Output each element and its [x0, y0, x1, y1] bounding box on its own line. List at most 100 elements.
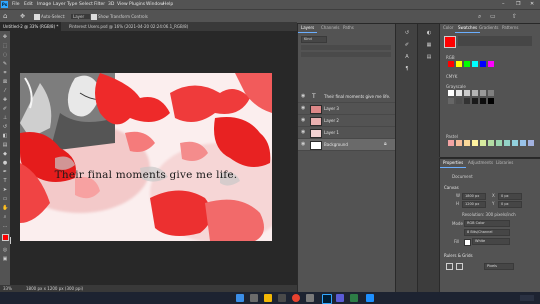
task-view-icon[interactable] — [250, 294, 258, 302]
healing-brush-tool-icon[interactable]: ✚ — [2, 97, 8, 103]
pastel-swatch[interactable] — [472, 140, 478, 146]
app-icon-3[interactable] — [350, 294, 358, 302]
rgb-swatch[interactable] — [464, 61, 470, 67]
history-panel-icon[interactable]: ↺ — [404, 30, 410, 36]
zoom-level[interactable]: 33% — [3, 286, 12, 291]
blur-tool-icon[interactable]: ◆ — [2, 151, 8, 157]
quick-mask-icon[interactable]: ◎ — [2, 247, 8, 253]
dodge-tool-icon[interactable]: ● — [2, 160, 8, 166]
y-field[interactable]: 0 px — [498, 201, 522, 208]
layer-row-layer-3[interactable]: ◉ Layer 3 — [298, 103, 396, 115]
photoshop-logo-icon[interactable]: Ps — [1, 1, 8, 8]
menu-filter[interactable]: Filter — [94, 2, 105, 7]
grayscale-swatch[interactable] — [456, 90, 462, 96]
ruler-icon[interactable] — [446, 263, 453, 270]
units-dropdown[interactable]: Pixels — [484, 263, 514, 270]
share-icon[interactable]: ⇧ — [512, 13, 520, 20]
tab-color[interactable]: Color — [440, 24, 456, 32]
rgb-swatch[interactable] — [480, 61, 486, 67]
rgb-swatch[interactable] — [488, 61, 494, 67]
swatch-group-rgb[interactable]: RGB — [446, 55, 455, 60]
pastel-swatch[interactable] — [448, 140, 454, 146]
rectangle-tool-icon[interactable]: ▭ — [2, 196, 8, 202]
layer-row-text[interactable]: ◉ T Their final moments give me life. — [298, 91, 396, 103]
pastel-swatch[interactable] — [512, 140, 518, 146]
menu-type[interactable]: Type — [67, 2, 77, 7]
grayscale-swatch[interactable] — [488, 98, 494, 104]
eyedropper-tool-icon[interactable]: ⁄ — [2, 88, 8, 94]
menu-3d[interactable]: 3D — [108, 2, 114, 7]
grayscale-swatch[interactable] — [472, 98, 478, 104]
rgb-swatch[interactable] — [472, 61, 478, 67]
layer-name[interactable]: Their final moments give me life. — [324, 94, 390, 99]
tab-pinterest-users[interactable]: Pinterest Users.psd @ 16% (2021-04-20 02… — [66, 22, 191, 31]
visibility-eye-icon[interactable]: ◉ — [301, 142, 306, 147]
eraser-tool-icon[interactable]: ◧ — [2, 133, 8, 139]
grayscale-swatch[interactable] — [472, 90, 478, 96]
grayscale-swatch[interactable] — [456, 98, 462, 104]
rgb-swatch[interactable] — [456, 61, 462, 67]
grayscale-swatch[interactable] — [464, 98, 470, 104]
tab-channels[interactable]: Channels — [318, 24, 343, 32]
home-icon[interactable]: ⌂ — [3, 13, 11, 20]
crop-tool-icon[interactable]: ⌗ — [2, 70, 8, 76]
bit-depth-dropdown[interactable]: 8 Bits/Channel — [464, 229, 510, 236]
height-field[interactable]: 1200 px — [462, 201, 486, 208]
app-icon[interactable] — [306, 294, 314, 302]
pastel-swatch[interactable] — [480, 140, 486, 146]
hand-tool-icon[interactable]: ✋ — [2, 205, 8, 211]
menu-help[interactable]: Help — [163, 2, 173, 7]
tab-properties[interactable]: Properties — [440, 159, 467, 168]
start-icon[interactable] — [236, 294, 244, 302]
pastel-swatch[interactable] — [496, 140, 502, 146]
auto-select-checkbox[interactable] — [34, 14, 40, 20]
fill-dropdown[interactable]: White — [472, 238, 510, 245]
layer-row-background[interactable]: ◉ Background 🔒︎ — [298, 139, 396, 151]
tab-layers[interactable]: Layers — [298, 24, 318, 33]
tab-patterns[interactable]: Patterns — [499, 24, 521, 32]
tab-libraries[interactable]: Libraries — [493, 159, 516, 167]
fill-color-swatch[interactable] — [464, 239, 471, 246]
document-canvas[interactable]: Their final moments give me life. — [20, 73, 272, 241]
swatch-group-grayscale[interactable]: Grayscale — [446, 84, 466, 89]
swatch-group-cmyk[interactable]: CMYK — [446, 74, 457, 79]
pastel-swatch[interactable] — [488, 140, 494, 146]
gradient-tool-icon[interactable]: ▤ — [2, 142, 8, 148]
width-field[interactable]: 1800 px — [462, 193, 486, 200]
grayscale-swatch[interactable] — [488, 90, 494, 96]
pastel-swatch[interactable] — [464, 140, 470, 146]
grayscale-swatch[interactable] — [448, 90, 454, 96]
pastel-swatch[interactable] — [504, 140, 510, 146]
grayscale-swatch[interactable] — [448, 98, 454, 104]
layer-name[interactable]: Layer 3 — [324, 106, 339, 111]
menu-edit[interactable]: Edit — [24, 2, 33, 7]
menu-layer[interactable]: Layer — [53, 2, 66, 7]
show-transform-checkbox[interactable] — [91, 14, 97, 20]
path-selection-tool-icon[interactable]: ➤ — [2, 187, 8, 193]
align-buttons[interactable] — [168, 13, 258, 27]
menu-view[interactable]: View — [117, 2, 128, 7]
color-panel-icon[interactable]: ◐ — [426, 30, 432, 36]
foreground-color-swatch[interactable] — [2, 234, 9, 241]
menu-window[interactable]: Window — [146, 2, 164, 7]
layer-filter-dropdown[interactable]: Kind — [301, 36, 327, 43]
rulers-grids-section-title[interactable]: Rulers & Grids — [444, 253, 473, 258]
visibility-eye-icon[interactable]: ◉ — [301, 94, 306, 99]
paragraph-panel-icon[interactable]: ¶ — [404, 66, 410, 72]
menu-image[interactable]: Image — [37, 2, 51, 7]
file-explorer-icon[interactable] — [264, 294, 272, 302]
brush-tool-icon[interactable]: ✐ — [2, 106, 8, 112]
tab-gradients[interactable]: Gradients — [476, 24, 502, 32]
grid-icon[interactable] — [456, 263, 463, 270]
auto-select-dropdown[interactable]: Layer — [71, 14, 91, 19]
zoom-tool-icon[interactable]: ⌕ — [2, 214, 8, 220]
pastel-swatch[interactable] — [456, 140, 462, 146]
visibility-eye-icon[interactable]: ◉ — [301, 106, 306, 111]
type-tool-icon[interactable]: T — [2, 178, 8, 184]
rgb-swatch[interactable] — [448, 61, 454, 67]
frame-tool-icon[interactable]: ⊠ — [2, 79, 8, 85]
pastel-swatch[interactable] — [528, 140, 534, 146]
grayscale-swatch[interactable] — [480, 98, 486, 104]
pen-tool-icon[interactable]: ✒ — [2, 169, 8, 175]
swatches-panel-icon[interactable]: ▦ — [426, 42, 432, 48]
